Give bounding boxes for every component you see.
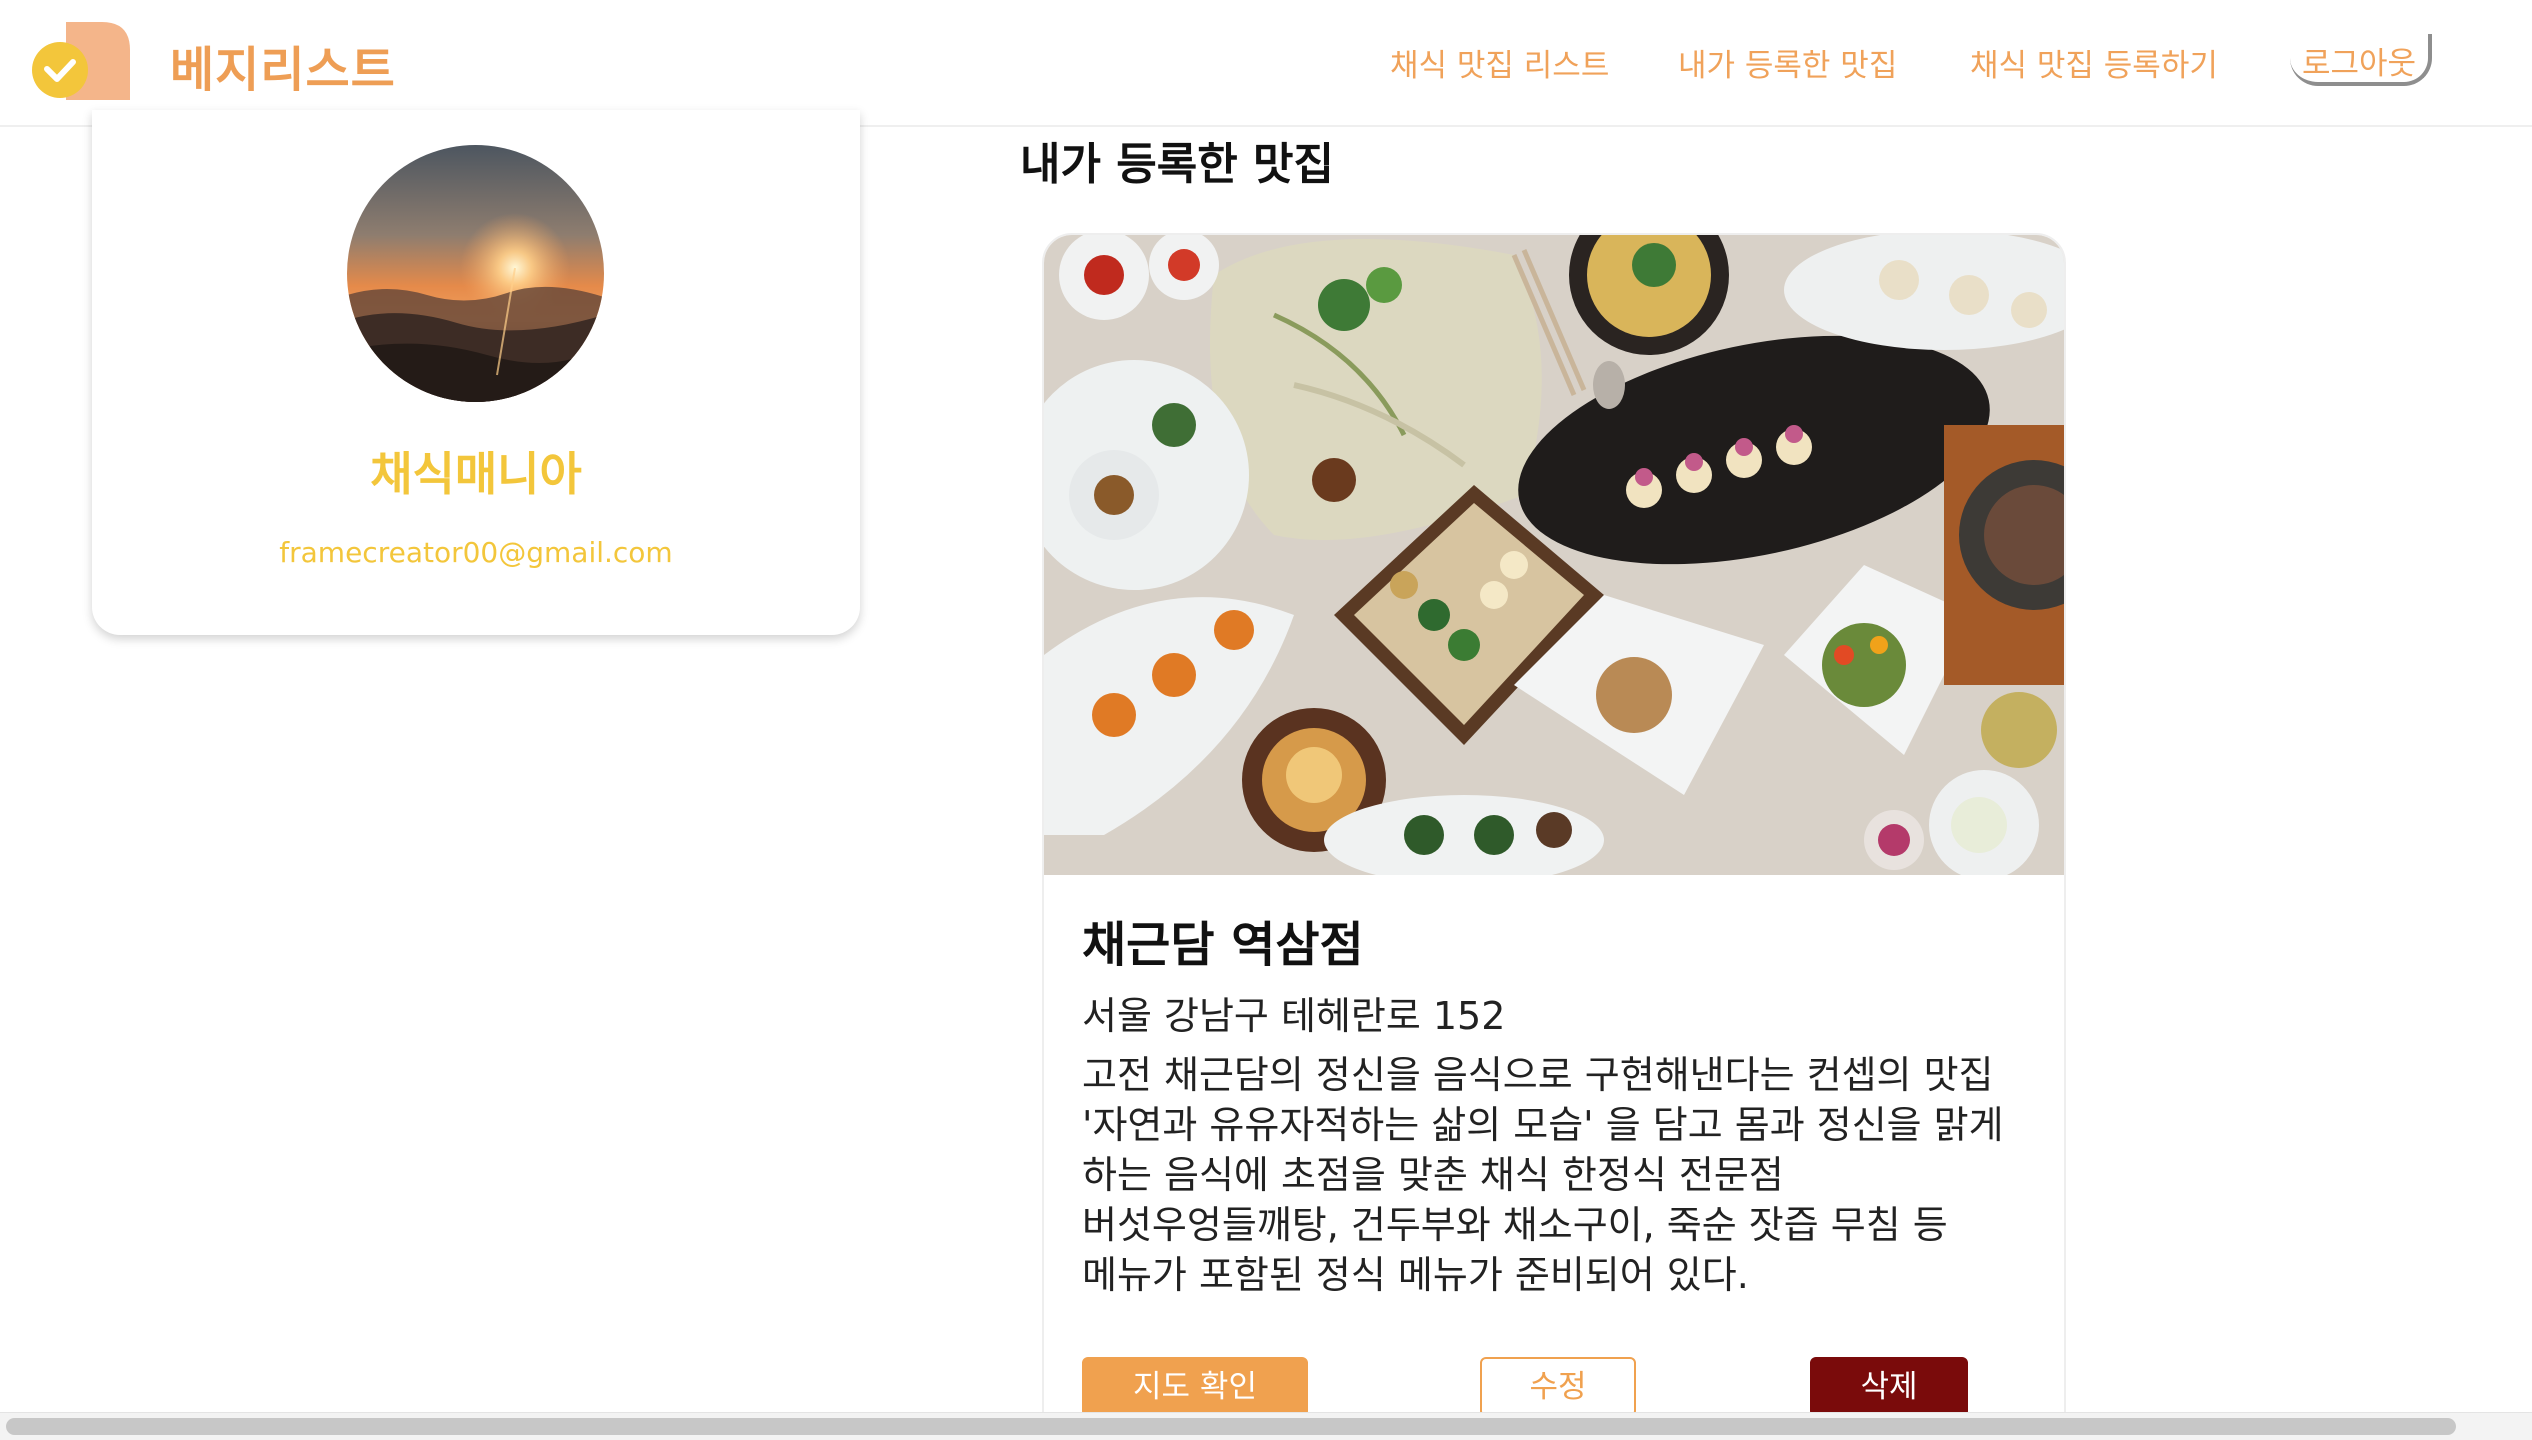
nav-register-restaurant[interactable]: 채식 맛집 등록하기 [1970,40,2218,85]
restaurant-description: 고전 채근담의 정신을 음식으로 구현해낸다는 컨셉의 맛집 '자연과 유유자적… [1082,1053,2004,1297]
profile-email: framecreator00@gmail.com [279,536,673,569]
avatar [347,145,604,402]
nav-vegan-restaurant-list[interactable]: 채식 맛집 리스트 [1390,40,1609,85]
nav-my-restaurants[interactable]: 내가 등록한 맛집 [1678,40,1897,85]
restaurant-photo [1044,235,2064,885]
restaurant-card: 채근담 역삼점 서울 강남구 테헤란로 152 고전 채근담의 정신을 음식으로… [1042,233,2066,1440]
delete-button[interactable]: 삭제 [1810,1357,1968,1417]
logo-check-badge-icon[interactable] [30,22,130,100]
edit-button[interactable]: 수정 [1480,1357,1636,1417]
view-map-button[interactable]: 지도 확인 [1082,1357,1308,1417]
horizontal-scrollbar-thumb[interactable] [6,1418,2456,1435]
profile-card: 채식매니아 framecreator00@gmail.com [92,110,860,635]
restaurant-address: 서울 강남구 테헤란로 152 [1082,994,1506,1038]
profile-name: 채식매니아 [370,447,582,501]
top-header: 베지리스트 채식 맛집 리스트 내가 등록한 맛집 채식 맛집 등록하기 로그아… [0,0,2532,127]
page-title: 내가 등록한 맛집 [1020,139,1334,190]
restaurant-name: 채근담 역삼점 [1082,917,1364,973]
logout-button[interactable]: 로그아웃 [2290,34,2432,86]
brand-title[interactable]: 베지리스트 [170,30,396,100]
